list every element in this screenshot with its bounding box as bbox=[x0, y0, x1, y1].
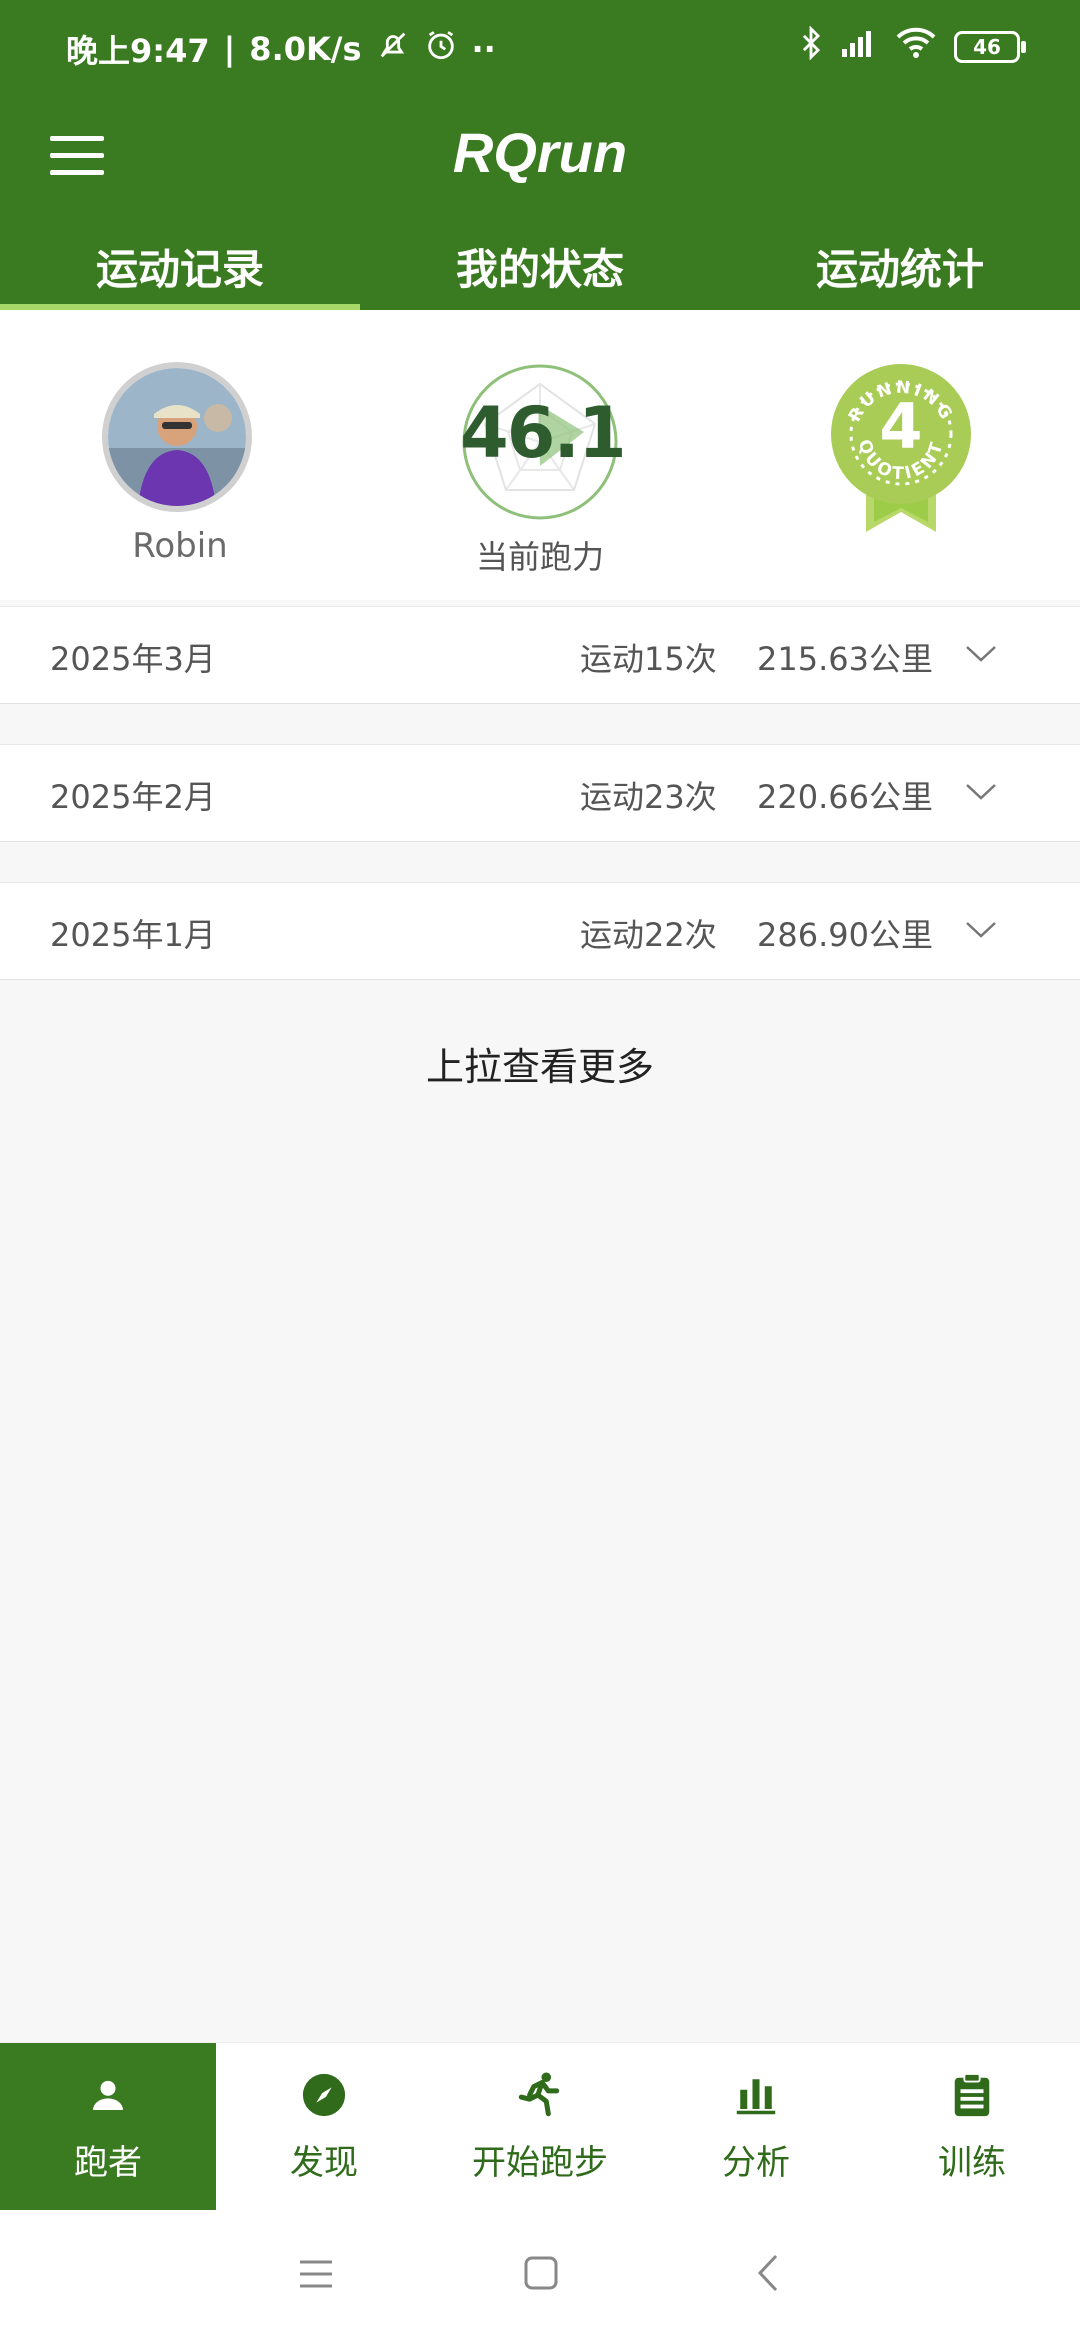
month-record-row[interactable]: 2025年1月 运动22次 286.90公里 bbox=[0, 882, 1080, 980]
bar-chart-icon bbox=[648, 2069, 864, 2121]
nav-training[interactable]: 训练 bbox=[864, 2043, 1080, 2211]
chevron-down-icon[interactable] bbox=[964, 913, 998, 947]
alarm-icon bbox=[424, 28, 458, 70]
profile-summary: Robin 46.1 当前跑力 RUNNING QUOTIENT 4 bbox=[0, 310, 1080, 600]
record-count: 运动15次 bbox=[580, 640, 717, 678]
month-record-row[interactable]: 2025年3月 运动15次 215.63公里 bbox=[0, 606, 1080, 704]
nav-label: 分析 bbox=[722, 2143, 790, 2183]
nav-label: 跑者 bbox=[74, 2143, 142, 2183]
status-dots: ·· bbox=[471, 30, 496, 68]
record-month: 2025年2月 bbox=[50, 778, 216, 816]
app-bar: RQrun 运动记录 我的状态 运动统计 bbox=[0, 100, 1080, 310]
record-distance: 286.90公里 bbox=[757, 916, 933, 954]
bottom-nav: 跑者 发现 开始跑步 分析 训练 bbox=[0, 2042, 1080, 2211]
mute-icon bbox=[376, 28, 410, 70]
tab-stats[interactable]: 运动统计 bbox=[720, 240, 1080, 310]
nav-discover[interactable]: 发现 bbox=[216, 2043, 432, 2211]
tab-records[interactable]: 运动记录 bbox=[0, 240, 360, 310]
running-quotient-badge[interactable]: RUNNING QUOTIENT 4 bbox=[826, 362, 976, 552]
status-bar: 晚上9:47 | 8.0K/s ·· 46 bbox=[0, 0, 1080, 100]
status-net-speed: 8.0K/s bbox=[249, 30, 362, 68]
running-power-radar[interactable]: 46.1 bbox=[460, 362, 627, 522]
system-nav-bar bbox=[0, 2210, 1080, 2340]
nav-label: 训练 bbox=[938, 2143, 1006, 2183]
wifi-icon bbox=[896, 27, 936, 66]
clipboard-icon bbox=[864, 2069, 1080, 2121]
bluetooth-icon bbox=[800, 25, 822, 67]
status-time: 晚上9:47 bbox=[66, 32, 210, 70]
month-record-row[interactable]: 2025年2月 运动23次 220.66公里 bbox=[0, 744, 1080, 842]
nav-label: 开始跑步 bbox=[472, 2143, 608, 2183]
app-title: RQrun bbox=[452, 121, 628, 184]
status-separator: | bbox=[223, 30, 236, 68]
back-icon[interactable] bbox=[756, 2254, 780, 2296]
badge-level: 4 bbox=[879, 390, 923, 463]
runner-name: Robin bbox=[132, 526, 228, 566]
avatar[interactable] bbox=[102, 362, 252, 512]
runner-icon bbox=[432, 2069, 648, 2121]
running-power-label: 当前跑力 bbox=[475, 538, 604, 576]
person-icon bbox=[0, 2069, 216, 2121]
load-more-hint: 上拉查看更多 bbox=[425, 1045, 654, 1089]
tab-bar: 运动记录 我的状态 运动统计 bbox=[0, 240, 1080, 310]
record-month: 2025年3月 bbox=[50, 640, 216, 678]
compass-icon bbox=[216, 2069, 432, 2121]
home-square-icon[interactable] bbox=[524, 2256, 558, 2294]
nav-analysis[interactable]: 分析 bbox=[648, 2043, 864, 2211]
record-month: 2025年1月 bbox=[50, 916, 216, 954]
battery-icon: 46 bbox=[954, 30, 1026, 63]
tab-status[interactable]: 我的状态 bbox=[360, 240, 720, 310]
nav-runner[interactable]: 跑者 bbox=[0, 2043, 216, 2211]
nav-label: 发现 bbox=[290, 2143, 358, 2183]
running-power-value: 46.1 bbox=[460, 392, 627, 474]
record-count: 运动23次 bbox=[580, 778, 717, 816]
chevron-down-icon[interactable] bbox=[964, 775, 998, 809]
record-count: 运动22次 bbox=[580, 916, 717, 954]
menu-lines-icon[interactable] bbox=[298, 2258, 334, 2294]
chevron-down-icon[interactable] bbox=[964, 637, 998, 671]
record-distance: 220.66公里 bbox=[757, 778, 933, 816]
signal-icon bbox=[840, 27, 878, 66]
record-distance: 215.63公里 bbox=[757, 640, 933, 678]
nav-start-run[interactable]: 开始跑步 bbox=[432, 2043, 648, 2211]
